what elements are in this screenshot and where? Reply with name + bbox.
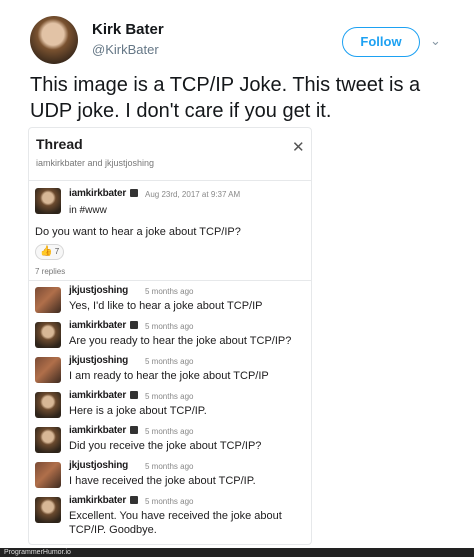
message-text: Here is a joke about TCP/IP. <box>69 405 207 417</box>
parent-message: iamkirkbater Aug 23rd, 2017 at 9:37 AM i… <box>35 188 305 288</box>
message-author: jkjustjoshing <box>69 460 129 471</box>
badge-icon <box>130 496 139 505</box>
user-handle[interactable]: @KirkBater <box>92 42 159 57</box>
badge-icon <box>130 321 139 330</box>
message-text: Do you want to hear a joke about TCP/IP? <box>35 226 241 238</box>
message-author: iamkirkbater <box>69 390 139 401</box>
divider <box>29 180 311 181</box>
thread-participants: iamkirkbater and jkjustjoshing <box>36 158 155 168</box>
avatar <box>35 188 61 214</box>
chevron-down-icon[interactable]: ⌄ <box>430 34 444 48</box>
avatar <box>35 497 61 523</box>
divider <box>29 280 311 281</box>
reply-message: jkjustjoshing 5 months ago I have receiv… <box>35 460 309 494</box>
watermark: ProgrammerHumor.io <box>0 548 474 557</box>
avatar <box>35 287 61 313</box>
reply-message: iamkirkbater 5 months ago Are you ready … <box>35 320 309 354</box>
message-author: iamkirkbater <box>69 320 139 331</box>
badge-icon <box>130 391 139 400</box>
message-timestamp: 5 months ago <box>145 287 194 296</box>
reply-count: 7 replies <box>35 267 66 276</box>
reaction-badge: 👍 7 <box>35 244 65 260</box>
message-timestamp: 5 months ago <box>145 322 194 331</box>
tweet-text-line-2: UDP joke. I don't care if you get it. <box>30 100 332 122</box>
message-timestamp: 5 months ago <box>145 497 194 506</box>
reply-message: jkjustjoshing 5 months ago Yes, I'd like… <box>35 285 309 319</box>
avatar <box>35 322 61 348</box>
message-text: Are you ready to hear the joke about TCP… <box>69 335 292 347</box>
message-text: I have received the joke about TCP/IP. <box>69 475 256 487</box>
thread-screenshot: Thread iamkirkbater and jkjustjoshing ✕ … <box>28 127 312 545</box>
message-author: iamkirkbater <box>69 495 139 506</box>
avatar <box>35 462 61 488</box>
message-author: iamkirkbater <box>69 425 139 436</box>
message-text: Excellent. You have received the joke ab… <box>69 510 282 536</box>
follow-button[interactable]: Follow <box>342 27 420 57</box>
message-author: jkjustjoshing <box>69 355 129 366</box>
badge-icon <box>130 426 139 435</box>
tweet-text: This image is a TCP/IP Joke. This tweet … <box>30 72 450 124</box>
message-text: Did you receive the joke about TCP/IP? <box>69 440 262 452</box>
avatar[interactable] <box>30 16 78 64</box>
reply-message: jkjustjoshing 5 months ago I am ready to… <box>35 355 309 389</box>
tweet-header: Kirk Bater @KirkBater Follow ⌄ <box>30 16 450 66</box>
avatar <box>35 427 61 453</box>
message-text: I am ready to hear the joke about TCP/IP <box>69 370 269 382</box>
thumbs-up-icon: 👍 <box>40 246 53 257</box>
thread-title: Thread <box>36 136 83 152</box>
message-timestamp: Aug 23rd, 2017 at 9:37 AM <box>145 190 241 199</box>
message-timestamp: 5 months ago <box>145 462 194 471</box>
message-timestamp: 5 months ago <box>145 357 194 366</box>
message-text: Yes, I'd like to hear a joke about TCP/I… <box>69 300 263 312</box>
avatar <box>35 392 61 418</box>
avatar <box>35 357 61 383</box>
reply-message: iamkirkbater 5 months ago Did you receiv… <box>35 425 309 459</box>
close-icon: ✕ <box>292 139 305 156</box>
display-name[interactable]: Kirk Bater <box>92 21 164 38</box>
badge-icon <box>130 189 139 198</box>
message-author: iamkirkbater <box>69 188 139 199</box>
reply-message: iamkirkbater 5 months ago Excellent. You… <box>35 495 309 541</box>
message-author: jkjustjoshing <box>69 285 129 296</box>
message-channel: in #www <box>69 205 107 216</box>
reply-message: iamkirkbater 5 months ago Here is a joke… <box>35 390 309 424</box>
message-timestamp: 5 months ago <box>145 427 194 436</box>
tweet-text-line-1: This image is a TCP/IP Joke. This tweet … <box>30 74 421 96</box>
message-timestamp: 5 months ago <box>145 392 194 401</box>
